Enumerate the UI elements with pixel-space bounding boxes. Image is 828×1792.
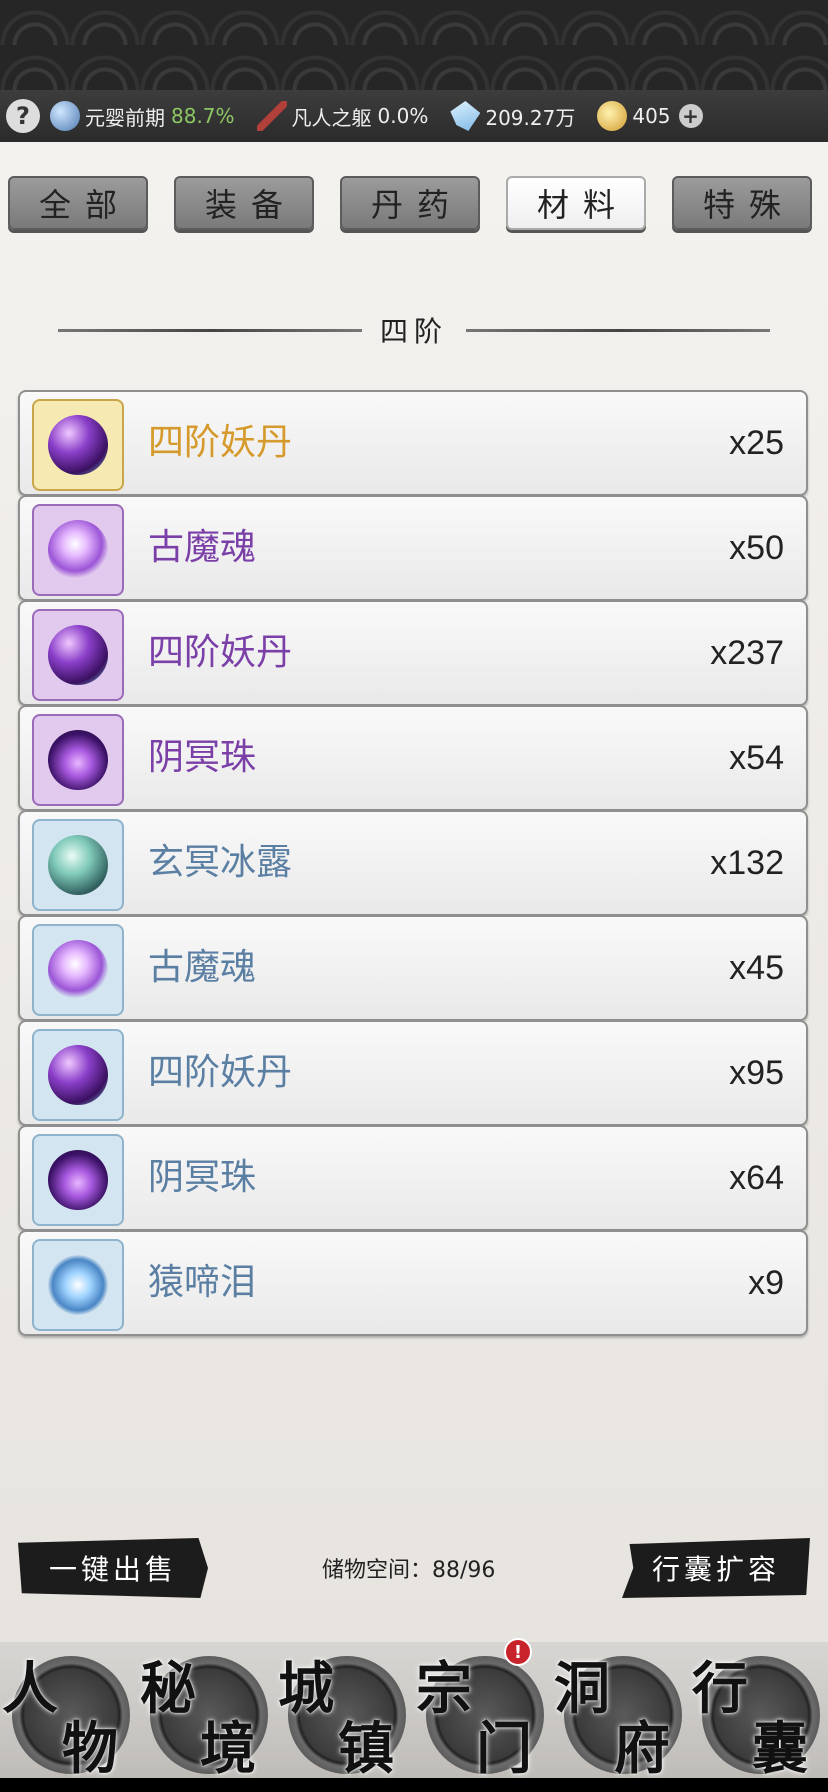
item-name: 古魔魂 [148, 527, 257, 568]
category-tabs: 全部 装备 丹药 材料 特殊 [0, 176, 828, 236]
top-wave-pattern [0, 0, 828, 90]
nav-bag[interactable]: 行 囊 [690, 1642, 828, 1792]
bottom-navigation: 人 物 秘 境 城 镇 宗 门 ! 洞 府 行 囊 [0, 1638, 828, 1792]
item-icon-frame [32, 504, 124, 596]
section-title-text: 四阶 [380, 315, 449, 348]
spirit-stone-icon [450, 101, 481, 131]
tab-equipment[interactable]: 装备 [174, 176, 314, 230]
list-item[interactable]: 猿啼泪 x9 [18, 1230, 808, 1336]
ice-dew-icon [48, 835, 108, 895]
realm-label: 元婴前期 [85, 105, 165, 130]
nav-char-1: 秘 [140, 1656, 196, 1722]
expand-bag-button[interactable]: 行囊扩容 [622, 1538, 810, 1598]
item-icon-frame [32, 609, 124, 701]
item-name: 四阶妖丹 [148, 1052, 293, 1093]
spirit-stone-count: 209.27万 [485, 105, 576, 130]
body-stat[interactable]: 凡人之躯 0.0% [256, 101, 429, 131]
item-name: 四阶妖丹 [148, 422, 293, 463]
nav-char-2: 镇 [338, 1716, 394, 1782]
item-quantity: x95 [729, 1054, 784, 1092]
nav-char-2: 境 [200, 1716, 256, 1782]
dark-pearl-icon [48, 730, 108, 790]
item-icon-frame [32, 924, 124, 1016]
item-quantity: x237 [710, 634, 784, 672]
demon-core-icon [48, 625, 108, 685]
item-name: 四阶妖丹 [148, 632, 293, 673]
item-quantity: x50 [729, 529, 784, 567]
nav-char-2: 门 [476, 1716, 532, 1782]
nav-char-1: 宗 [416, 1656, 472, 1722]
item-icon-frame [32, 1239, 124, 1331]
list-item[interactable]: 四阶妖丹 x237 [18, 600, 808, 706]
item-name: 玄冥冰露 [148, 842, 293, 883]
tab-all[interactable]: 全部 [8, 176, 148, 230]
item-quantity: x64 [729, 1159, 784, 1197]
sword-icon [256, 101, 287, 131]
item-quantity: x54 [729, 739, 784, 777]
demon-soul-icon [48, 940, 108, 1000]
demon-soul-icon [48, 520, 108, 580]
nav-char-1: 行 [692, 1656, 748, 1722]
section-title: 四阶 [40, 310, 788, 350]
item-quantity: x25 [729, 424, 784, 462]
item-quantity: x132 [710, 844, 784, 882]
list-item[interactable]: 四阶妖丹 x25 [18, 390, 808, 496]
nav-char-1: 人 [2, 1656, 58, 1722]
tab-special[interactable]: 特殊 [672, 176, 812, 230]
list-item[interactable]: 古魔魂 x50 [18, 495, 808, 601]
item-icon-frame [32, 1029, 124, 1121]
status-bar: ? 元婴前期 88.7% 凡人之躯 0.0% 209.27万 405 + [0, 90, 828, 144]
list-item[interactable]: 阴冥珠 x54 [18, 705, 808, 811]
nav-town[interactable]: 城 镇 [276, 1642, 414, 1792]
list-item[interactable]: 古魔魂 x45 [18, 915, 808, 1021]
storage-capacity: 储物空间：88/96 [322, 1558, 496, 1583]
list-item[interactable]: 阴冥珠 x64 [18, 1125, 808, 1231]
bottom-edge [0, 1778, 828, 1792]
item-quantity: x9 [748, 1264, 784, 1302]
bottom-action-bar: 一键出售 储物空间：88/96 行囊扩容 [0, 1538, 828, 1608]
nav-char-1: 洞 [554, 1656, 610, 1722]
item-icon-frame [32, 714, 124, 806]
add-gold-button[interactable]: + [678, 104, 703, 128]
item-quantity: x45 [729, 949, 784, 987]
item-icon-frame [32, 399, 124, 491]
ape-tear-icon [48, 1255, 108, 1315]
help-button[interactable]: ? [6, 99, 40, 133]
nav-char-2: 物 [62, 1716, 118, 1782]
item-icon-frame [32, 1134, 124, 1226]
gold-stat[interactable]: 405 + [597, 101, 703, 131]
dark-pearl-icon [48, 1150, 108, 1210]
realm-progress: 88.7% [171, 104, 235, 128]
yin-yang-icon [50, 101, 80, 131]
demon-core-icon [48, 1045, 108, 1105]
realm-stat[interactable]: 元婴前期 88.7% [50, 101, 235, 131]
nav-char-2: 府 [614, 1716, 670, 1782]
tab-pills[interactable]: 丹药 [340, 176, 480, 230]
nav-secret-realm[interactable]: 秘 境 [138, 1642, 276, 1792]
notification-badge: ! [504, 1638, 532, 1666]
item-name: 阴冥珠 [148, 1157, 257, 1198]
spirit-stone-stat[interactable]: 209.27万 [450, 101, 575, 131]
nav-sect[interactable]: 宗 门 ! [414, 1638, 552, 1792]
nav-character[interactable]: 人 物 [0, 1642, 138, 1792]
item-name: 古魔魂 [148, 947, 257, 988]
body-progress: 0.0% [377, 104, 429, 128]
list-item[interactable]: 玄冥冰露 x132 [18, 810, 808, 916]
gold-coin-icon [597, 101, 628, 131]
nav-cave-dwelling[interactable]: 洞 府 [552, 1642, 690, 1792]
inventory-panel: 全部 装备 丹药 材料 特殊 四阶 四阶妖丹 x25 古魔魂 x50 四阶妖丹 x237 阴… [0, 142, 828, 1642]
tab-materials[interactable]: 材料 [506, 176, 646, 230]
nav-char-2: 囊 [752, 1716, 808, 1782]
item-name: 阴冥珠 [148, 737, 257, 778]
body-label: 凡人之躯 [291, 105, 372, 130]
nav-char-1: 城 [278, 1656, 334, 1722]
list-item[interactable]: 四阶妖丹 x95 [18, 1020, 808, 1126]
item-name: 猿啼泪 [148, 1262, 257, 1303]
sell-all-button[interactable]: 一键出售 [18, 1538, 208, 1598]
demon-core-icon [48, 415, 108, 475]
item-icon-frame [32, 819, 124, 911]
gold-count: 405 [632, 104, 671, 128]
